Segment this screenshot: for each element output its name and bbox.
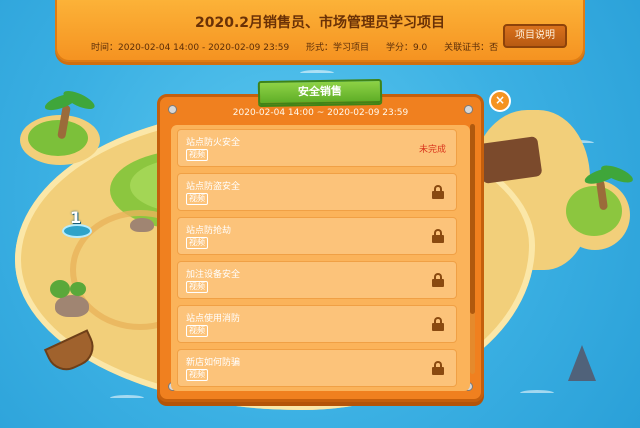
course-item[interactable]: 站点防抢劫 视频 bbox=[177, 217, 457, 255]
lock-icon bbox=[432, 361, 444, 375]
lock-icon bbox=[432, 185, 444, 199]
project-time: 时间：2020-02-04 14:00 - 2020-02-09 23:59 bbox=[91, 43, 290, 53]
wave bbox=[300, 70, 334, 76]
course-item-name: 新店如何防骗 bbox=[186, 358, 241, 368]
wave bbox=[520, 390, 554, 396]
course-item[interactable]: 站点防火安全 视频 未完成 bbox=[177, 129, 457, 167]
hut bbox=[477, 136, 543, 184]
course-list-container[interactable]: 站点防火安全 视频 未完成 站点防盗安全 视频 站点防抢劫 视频 加注设备安全 … bbox=[171, 125, 470, 391]
project-meta: 时间：2020-02-04 14:00 - 2020-02-09 23:59 形… bbox=[91, 40, 512, 53]
course-item-tag: 视频 bbox=[186, 149, 208, 161]
lock-icon bbox=[432, 317, 444, 331]
course-item-name: 站点防火安全 bbox=[186, 138, 241, 148]
level-number: 1 bbox=[70, 208, 82, 227]
shark-fin bbox=[568, 345, 596, 381]
course-item-name: 站点使用消防 bbox=[186, 314, 241, 324]
level-marker[interactable]: 1 bbox=[62, 208, 92, 240]
lock-icon bbox=[432, 273, 444, 287]
project-credit: 学分：9.0 bbox=[385, 43, 428, 53]
course-item-tag: 视频 bbox=[186, 369, 208, 381]
project-header: 2020.2月销售员、市场管理员学习项目 时间：2020-02-04 14:00… bbox=[55, 0, 585, 62]
lock-icon bbox=[432, 229, 444, 243]
course-item-name: 站点防抢劫 bbox=[186, 226, 232, 236]
course-item[interactable]: 站点防盗安全 视频 bbox=[177, 173, 457, 211]
close-icon[interactable]: × bbox=[489, 90, 511, 112]
course-item-tag: 视频 bbox=[186, 281, 208, 293]
course-item[interactable]: 新店如何防骗 视频 bbox=[177, 349, 457, 387]
course-item[interactable]: 站点使用消防 视频 bbox=[177, 305, 457, 343]
course-panel: 2020-02-04 14:00 ~ 2020-02-09 23:59 站点防火… bbox=[157, 94, 484, 402]
course-list-scrollbar[interactable] bbox=[470, 124, 475, 374]
course-item-status: 未完成 bbox=[418, 145, 446, 155]
project-certificate: 关联证书：否 bbox=[444, 43, 499, 53]
project-description-button[interactable]: 项目说明 bbox=[503, 24, 567, 48]
bush bbox=[50, 280, 70, 298]
wave bbox=[110, 395, 144, 401]
grass-patch bbox=[566, 186, 622, 236]
rock bbox=[130, 218, 154, 232]
course-item-name: 站点防盗安全 bbox=[186, 182, 241, 192]
panel-date-range: 2020-02-04 14:00 ~ 2020-02-09 23:59 bbox=[232, 108, 409, 118]
rock bbox=[55, 295, 89, 317]
project-format: 形式：学习项目 bbox=[306, 43, 370, 53]
grass-patch bbox=[28, 120, 88, 156]
course-item-tag: 视频 bbox=[186, 193, 208, 205]
course-item-name: 加注设备安全 bbox=[186, 270, 241, 280]
section-banner: 安全销售 bbox=[257, 78, 383, 106]
course-item[interactable]: 加注设备安全 视频 bbox=[177, 261, 457, 299]
bush bbox=[70, 282, 86, 296]
course-item-tag: 视频 bbox=[186, 237, 208, 249]
course-list: 站点防火安全 视频 未完成 站点防盗安全 视频 站点防抢劫 视频 加注设备安全 … bbox=[171, 129, 461, 391]
scrollbar-thumb[interactable] bbox=[470, 124, 475, 314]
course-item-tag: 视频 bbox=[186, 325, 208, 337]
